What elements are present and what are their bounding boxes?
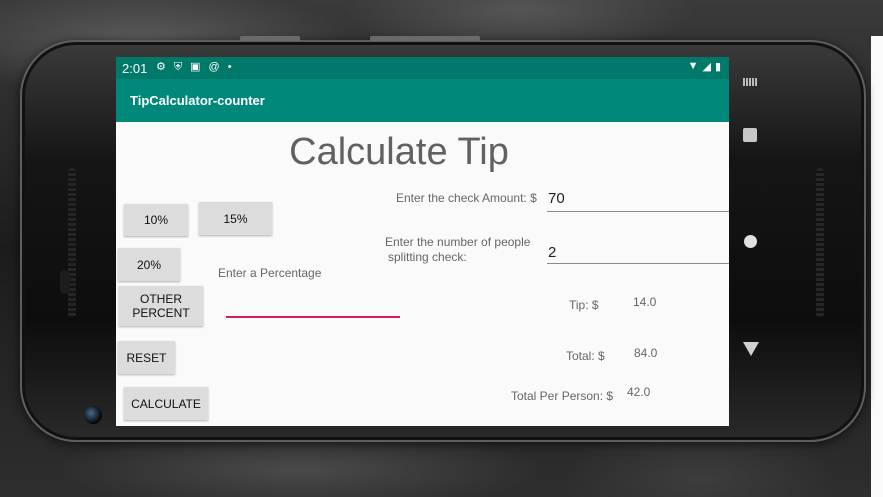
total-value: 84.0 (634, 346, 658, 360)
page-title: Calculate Tip (289, 131, 509, 173)
speaker-grille-icon (816, 168, 824, 318)
keyboard-icon[interactable] (743, 78, 757, 86)
people-label-line1: Enter the number of people (385, 235, 531, 249)
calculate-button[interactable]: CALCULATE (124, 387, 208, 420)
camera-icon (84, 406, 102, 424)
percentage-label: Enter a Percentage (218, 266, 322, 280)
tip-label: Tip: $ (569, 298, 599, 312)
check-amount-underline (547, 211, 729, 212)
sensor-icon (60, 270, 70, 294)
home-icon[interactable] (744, 235, 757, 248)
power-button (370, 36, 480, 41)
tip-value: 14.0 (633, 295, 657, 309)
per-person-label: Total Per Person: $ (511, 389, 614, 403)
app-screen: 2:01 ⚙ ⛨ ▣ @ • ▼ ◢ ▮ TipCalculator-count… (116, 57, 729, 426)
fifteen-percent-button[interactable]: 15% (199, 202, 272, 235)
wifi-icon: ▼ (687, 60, 699, 72)
battery-icon: ▮ (714, 61, 721, 73)
twenty-percent-button[interactable]: 20% (118, 248, 180, 281)
other-percent-button[interactable]: OTHER PERCENT (119, 286, 203, 326)
ten-percent-button[interactable]: 10% (124, 204, 188, 236)
app-title: TipCalculator-counter (130, 93, 265, 108)
per-person-value: 42.0 (627, 385, 651, 399)
other-percent-label-line1: OTHER (140, 292, 182, 306)
check-amount-label: Enter the check Amount: $ (396, 191, 537, 205)
recents-icon[interactable] (743, 128, 757, 142)
people-input[interactable]: 2 (548, 244, 556, 261)
people-underline (547, 263, 729, 264)
at-icon: @ (208, 61, 220, 73)
status-bar: 2:01 ⚙ ⛨ ▣ @ • ▼ ◢ ▮ (116, 57, 729, 79)
background-panel (871, 36, 883, 497)
check-amount-input[interactable]: 70 (548, 190, 565, 207)
app-icon: ▣ (190, 61, 201, 73)
status-time: 2:01 (122, 61, 148, 76)
people-label-line2: splitting check: (388, 250, 467, 264)
volume-button (240, 36, 300, 41)
speaker-grille-icon (68, 168, 76, 318)
back-icon[interactable] (743, 342, 759, 356)
dot-icon: • (227, 61, 232, 73)
percentage-input[interactable] (226, 316, 400, 318)
gear-icon: ⚙ (156, 61, 166, 73)
signal-icon: ◢ (702, 61, 711, 73)
total-label: Total: $ (566, 349, 605, 363)
other-percent-label-line2: PERCENT (132, 306, 190, 320)
reset-button[interactable]: RESET (118, 341, 175, 374)
app-bar: TipCalculator-counter (116, 79, 729, 122)
shield-icon: ⛨ (173, 61, 183, 73)
